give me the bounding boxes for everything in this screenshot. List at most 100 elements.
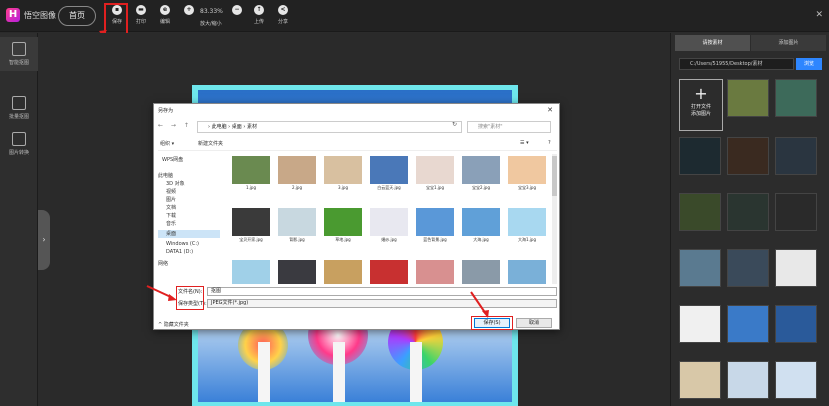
file-item[interactable]: 宝贝开家.jpg xyxy=(232,208,270,243)
dialog-close-icon[interactable]: ✕ xyxy=(547,106,553,114)
upload-tool-button[interactable]: ↑ 上传 xyxy=(246,5,272,31)
folder-tree-item[interactable]: 音乐 xyxy=(158,220,176,228)
folder-tree-item[interactable]: 此电脑 xyxy=(158,172,173,180)
folder-tree-item[interactable]: Windows (C:) xyxy=(158,240,199,248)
file-thumbnail xyxy=(462,208,500,236)
material-thumbnail[interactable] xyxy=(775,361,817,399)
material-thumbnail[interactable]: 素材9.jpg xyxy=(775,137,817,175)
file-thumbnail xyxy=(416,260,454,284)
file-item[interactable]: 2.jpg xyxy=(278,156,316,190)
material-thumbnail[interactable]: 素材10.jpg xyxy=(775,193,817,231)
plus-icon: + xyxy=(694,84,708,103)
file-grid-scrollbar[interactable] xyxy=(552,154,557,284)
folder-path-field[interactable]: C:/Users/51955/Desktop/素材 xyxy=(679,58,794,70)
upload-label: 上传 xyxy=(253,19,264,25)
file-item[interactable] xyxy=(278,260,316,284)
window-close-icon[interactable]: ✕ xyxy=(815,10,823,20)
material-thumbnail[interactable] xyxy=(727,193,769,231)
share-tool-button[interactable]: < 分享 xyxy=(270,5,296,31)
file-thumbnail xyxy=(324,208,362,236)
file-name: 3.jpg xyxy=(337,185,348,190)
material-thumbnail[interactable]: 素材8.jpg xyxy=(727,137,769,175)
edit-tool-button[interactable]: e 编辑 xyxy=(152,5,178,31)
file-item[interactable]: 大海.jpg xyxy=(462,208,500,243)
refresh-icon[interactable]: ↻ xyxy=(452,121,457,128)
file-item[interactable] xyxy=(508,260,546,284)
browse-button[interactable]: 浏览 xyxy=(796,58,822,70)
material-thumbnail[interactable] xyxy=(727,361,769,399)
file-name: 白云蓝天.jpg xyxy=(377,185,401,190)
zoom-label: 放大/缩小 xyxy=(200,21,222,27)
file-item[interactable] xyxy=(416,260,454,284)
file-item[interactable]: 背影.jpg xyxy=(278,208,316,243)
filetype-select[interactable]: JPEG文件(*.jpg) xyxy=(207,299,557,308)
filename-field[interactable]: 抠图 xyxy=(207,287,557,296)
file-item[interactable]: 婚纱.jpg xyxy=(370,208,408,243)
search-input[interactable]: 搜索"素材" xyxy=(467,121,551,133)
file-item[interactable]: 草地.jpg xyxy=(324,208,362,243)
file-thumbnail xyxy=(370,208,408,236)
app-name: 悟空图像 xyxy=(24,11,56,20)
file-item[interactable]: 3.jpg xyxy=(324,156,362,190)
file-item[interactable]: 宝宝2.jpg xyxy=(462,156,500,191)
folder-tree-item[interactable]: DATA1 (D:) xyxy=(158,248,193,256)
zoom-in-button[interactable]: + xyxy=(176,5,202,31)
material-thumbnail[interactable]: 小鸟.jpg xyxy=(727,305,769,343)
print-tool-button[interactable]: ▬ 打印 xyxy=(128,5,154,31)
home-button[interactable]: 首页 xyxy=(58,6,96,26)
material-thumbnail[interactable] xyxy=(775,249,817,287)
file-item[interactable] xyxy=(324,260,362,284)
command-bar: 组织 ▾ 新建文件夹 ☰ ▾ ? xyxy=(158,137,557,151)
material-thumbnail[interactable] xyxy=(679,305,721,343)
tab-add-image[interactable]: 添加图片 xyxy=(751,35,826,51)
sidebar-item-batch-cutout[interactable]: 批量抠图 xyxy=(0,91,38,125)
material-thumbnail[interactable]: 素材7.jpg xyxy=(775,79,817,117)
file-thumbnail xyxy=(370,260,408,284)
folder-tree-item[interactable]: 视频 xyxy=(158,188,176,196)
view-options-icon[interactable]: ☰ ▾ xyxy=(520,140,529,146)
sidebar-item-image-convert[interactable]: 图片转换 xyxy=(0,127,38,161)
material-thumbnail[interactable]: 马.jpg xyxy=(727,79,769,117)
cancel-button[interactable]: 取消 xyxy=(516,318,552,328)
address-bar[interactable]: › 此电脑 › 桌面 › 素材 xyxy=(197,121,462,133)
dialog-title: 另存为 xyxy=(158,108,174,114)
folder-tree-item[interactable]: 桌面 xyxy=(158,230,220,238)
file-item[interactable] xyxy=(370,260,408,284)
organize-button[interactable]: 组织 ▾ xyxy=(160,140,174,147)
nav-arrows[interactable]: ← → ↑ xyxy=(158,122,192,129)
file-item[interactable] xyxy=(232,260,270,284)
help-icon[interactable]: ? xyxy=(548,140,551,146)
file-item[interactable]: 白云蓝天.jpg xyxy=(370,156,408,191)
folder-tree-item[interactable]: 3D 对象 xyxy=(158,180,185,188)
folder-tree-item[interactable]: 下载 xyxy=(158,212,176,220)
material-thumbnail[interactable] xyxy=(679,137,721,175)
file-item[interactable]: 大海1.jpg xyxy=(508,208,546,243)
zoom-in-icon: + xyxy=(184,5,194,15)
hide-folders-toggle[interactable]: ^ 隐藏文件夹 xyxy=(158,321,189,328)
zoom-value: 83.33% xyxy=(200,8,223,15)
material-thumbnail[interactable] xyxy=(775,305,817,343)
file-name: 2.jpg xyxy=(291,185,302,190)
material-thumbnail[interactable]: 素材1.jpg xyxy=(679,193,721,231)
open-file-card[interactable]: + 打开文件 添加图片 xyxy=(679,79,723,131)
folder-tree-item[interactable]: 网络 xyxy=(158,260,168,268)
file-item[interactable]: 1.jpg xyxy=(232,156,270,190)
panel-collapse-handle[interactable]: › xyxy=(38,210,50,270)
file-grid: 1.jpg 2.jpg 3.jpg 白云蓝天.jpg 宝宝1.jpg 宝宝2.jpg 宝宝3… xyxy=(228,154,548,284)
scrollbar-thumb[interactable] xyxy=(552,156,557,196)
folder-tree-item[interactable]: 文档 xyxy=(158,204,176,212)
folder-tree-item[interactable]: WPS网盘 xyxy=(158,156,183,164)
sidebar-item-smart-cutout[interactable]: 智能抠图 xyxy=(0,37,38,71)
material-thumbnail[interactable]: 后台.jpg xyxy=(727,249,769,287)
file-item[interactable]: 宝宝3.jpg xyxy=(508,156,546,191)
sidebar-item-label: 批量抠图 xyxy=(8,114,29,120)
material-thumbnail[interactable] xyxy=(679,249,721,287)
file-thumbnail xyxy=(278,260,316,284)
tab-materials[interactable]: 请按素材 xyxy=(675,35,750,51)
new-folder-button[interactable]: 新建文件夹 xyxy=(198,140,223,147)
file-item[interactable] xyxy=(462,260,500,284)
folder-tree-item[interactable]: 图片 xyxy=(158,196,176,204)
material-thumbnail[interactable] xyxy=(679,361,721,399)
file-item[interactable]: 宝宝1.jpg xyxy=(416,156,454,191)
file-item[interactable]: 蓝色背景.jpg xyxy=(416,208,454,243)
